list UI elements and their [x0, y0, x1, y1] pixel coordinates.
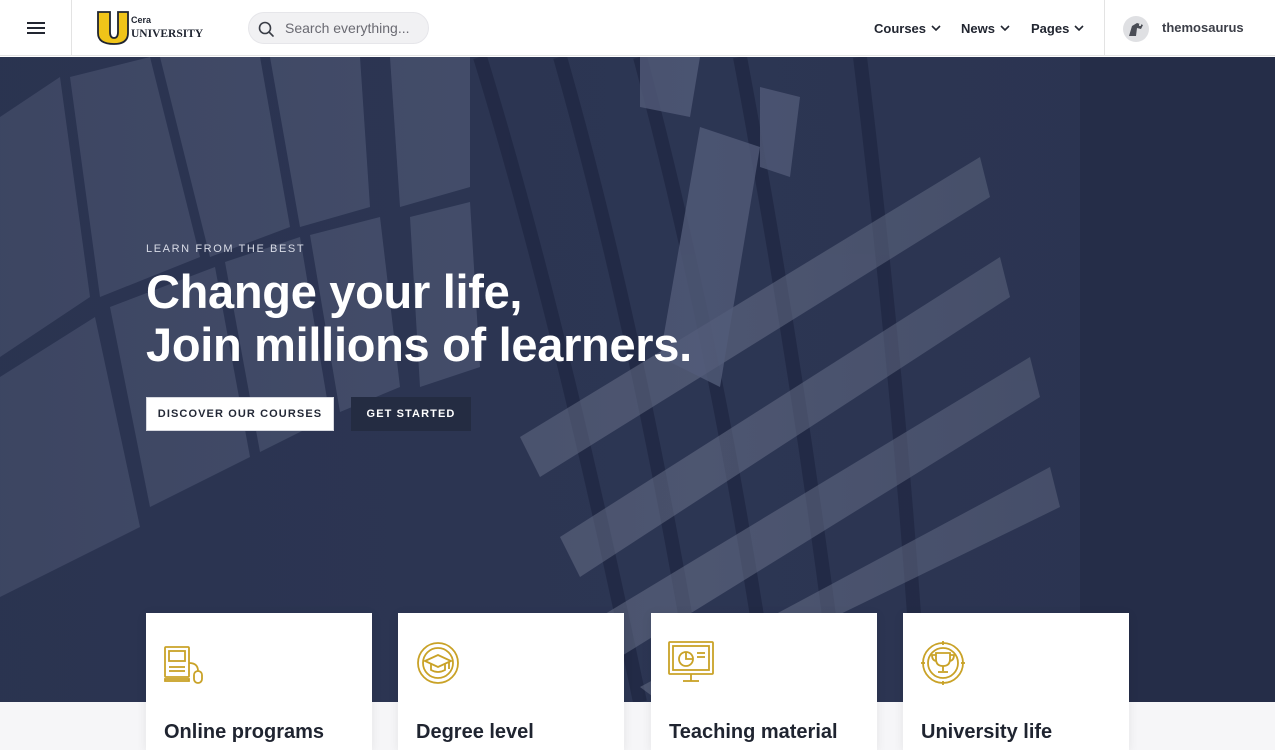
graduation-cap-icon — [417, 642, 459, 684]
chevron-down-icon — [1000, 25, 1010, 31]
get-started-button[interactable]: GET STARTED — [351, 397, 471, 431]
chevron-down-icon — [1074, 25, 1084, 31]
card-title: Degree level — [416, 721, 534, 743]
hero-headline: Change your life, Join millions of learn… — [146, 265, 846, 371]
avatar — [1123, 16, 1149, 42]
search-input[interactable] — [285, 13, 425, 43]
card-title: University life — [921, 721, 1053, 743]
logo-line1: Cera — [131, 15, 152, 25]
hamburger-icon — [26, 22, 45, 34]
search-bar[interactable] — [248, 12, 429, 44]
teaching-material-icon — [668, 641, 714, 682]
hamburger-menu-button[interactable] — [0, 0, 72, 56]
feature-card-degree-level[interactable]: Degree level — [398, 613, 624, 750]
university-logo[interactable]: Cera UNIVERSITY — [96, 10, 216, 46]
hero-overlay — [0, 57, 1275, 702]
hero-banner: LEARN FROM THE BEST Change your life, Jo… — [0, 57, 1275, 702]
dinosaur-avatar-icon — [1129, 23, 1143, 36]
search-icon — [258, 21, 274, 37]
feature-card-online-programs[interactable]: Online programs — [146, 613, 372, 750]
hero-headline-line1: Change your life, — [146, 265, 523, 318]
nav-news[interactable]: News — [961, 0, 1010, 56]
nav-pages-label: Pages — [1031, 20, 1070, 36]
nav-courses-label: Courses — [874, 20, 927, 36]
discover-courses-button[interactable]: DISCOVER OUR COURSES — [146, 397, 334, 431]
chevron-down-icon — [931, 25, 941, 31]
online-programs-icon — [164, 646, 203, 684]
nav-courses[interactable]: Courses — [874, 0, 941, 56]
card-title: Online programs — [164, 721, 325, 743]
top-navigation-bar: Cera UNIVERSITY Courses News Pages themo… — [0, 0, 1275, 56]
user-account-menu[interactable]: themosaurus — [1104, 0, 1275, 56]
username: themosaurus — [1162, 20, 1244, 35]
nav-news-label: News — [961, 20, 995, 36]
hero-eyebrow: LEARN FROM THE BEST — [146, 243, 306, 255]
logo-line2: UNIVERSITY — [131, 28, 204, 40]
hero-headline-line2: Join millions of learners. — [146, 318, 692, 371]
nav-pages[interactable]: Pages — [1031, 0, 1084, 56]
card-title: Teaching material — [669, 721, 838, 743]
feature-card-university-life[interactable]: University life — [903, 613, 1129, 750]
trophy-icon — [921, 641, 965, 685]
feature-card-teaching-material[interactable]: Teaching material — [651, 613, 877, 750]
